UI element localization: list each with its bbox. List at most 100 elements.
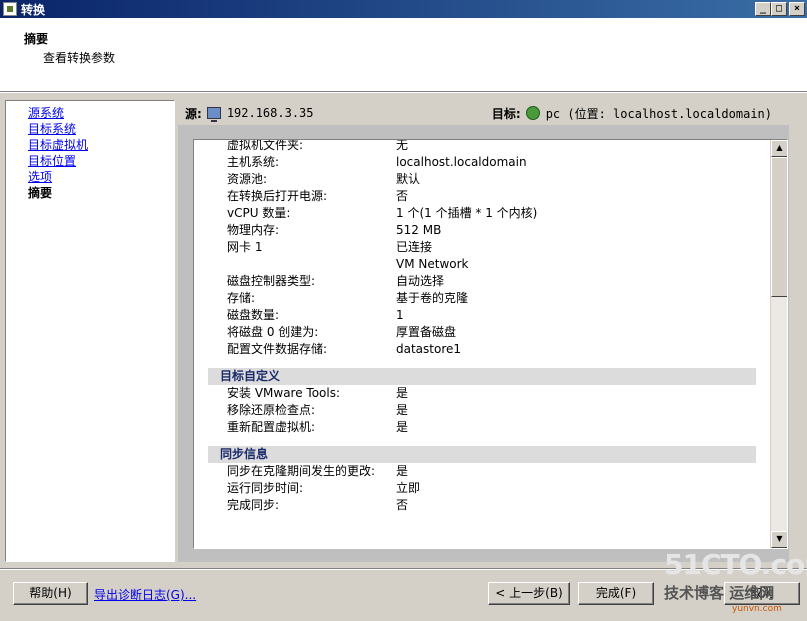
nav-item-target-location[interactable]: 目标位置 [28,153,174,169]
wizard-header: 摘要 查看转换参数 [0,18,807,92]
nav-item-target-system[interactable]: 目标系统 [28,121,174,137]
summary-row: 磁盘控制器类型: 自动选择 [194,273,772,290]
summary-row: VM Network [194,256,772,273]
summary-row: 主机系统: localhost.localdomain [194,154,772,171]
summary-row-key: vCPU 数量: [227,206,291,220]
target-label: 目标: [491,106,521,121]
nav-link[interactable]: 目标虚拟机 [28,138,88,152]
summary-row-value: 默认 [396,172,421,186]
summary-row-key: 将磁盘 0 创建为: [227,325,319,339]
summary-row: 将磁盘 0 创建为: 厚置备磁盘 [194,324,772,341]
summary-row-key: 配置文件数据存储: [227,342,328,356]
scroll-thumb[interactable] [771,157,787,297]
summary-row-value: localhost.localdomain [396,155,527,169]
summary-row: 在转换后打开电源: 否 [194,188,772,205]
summary-row-key: 网卡 1 [227,240,263,254]
scroll-up-button[interactable]: ▲ [771,140,787,157]
summary-row-key: 磁盘控制器类型: [227,274,316,288]
summary-row-value: 是 [396,420,409,434]
vm-icon [525,106,540,120]
summary-row-value: 是 [396,464,409,478]
summary-row: 完成同步: 否 [194,497,772,514]
nav-item-summary: 摘要 [28,186,53,200]
page-title: 摘要 [24,32,49,46]
window-title: 转换 [21,2,46,17]
summary-row-value: 1 个(1 个插槽 * 1 个内核) [396,206,538,220]
watermark-main: 51CTO.com [664,548,807,581]
source-target-bar: 源: 192.168.3.35 目标: pc (位置: localhost.lo… [185,103,790,123]
nav-item-source-system[interactable]: 源系统 [28,105,174,121]
title-bar: 转换 _ □ × [0,0,807,18]
source-label: 源: [185,106,202,121]
summary-row-value: 是 [396,386,409,400]
summary-row: 配置文件数据存储: datastore1 [194,341,772,358]
back-button[interactable]: < 上一步(B) [488,582,570,605]
nav-link[interactable]: 目标位置 [28,154,76,168]
nav-link[interactable]: 目标系统 [28,122,76,136]
summary-row-value: 512 MB [396,223,442,237]
summary-row-value: 否 [396,498,409,512]
summary-row-value: 立即 [396,481,421,495]
summary-row-key: 重新配置虚拟机: [227,420,316,434]
page-subtitle: 查看转换参数 [43,51,116,65]
summary-row: 虚拟机文件夹: 无 [194,139,772,154]
summary-row: 网卡 1 已连接 [194,239,772,256]
summary-rows: 虚拟机文件夹: 无主机系统: localhost.localdomain 资源池: 默认… [194,139,772,514]
summary-row: 磁盘数量: 1 [194,307,772,324]
wizard-nav-list: 源系统 目标系统 目标虚拟机 目标位置 选项 摘要 [6,101,174,201]
source-value: 192.168.3.35 [226,106,314,120]
summary-row: 安装 VMware Tools: 是 [194,385,772,402]
summary-panel[interactable]: 虚拟机文件夹: 无主机系统: localhost.localdomain 资源池: 默认… [193,139,788,549]
wizard-nav: 源系统 目标系统 目标虚拟机 目标位置 选项 摘要 [5,100,175,562]
watermark-url: yunvn.com [732,604,782,614]
summary-row: 存储: 基于卷的克隆 [194,290,772,307]
summary-row-value: VM Network [396,257,469,271]
summary-row-key: 移除还原检查点: [227,403,316,417]
section-header-sync: 同步信息 [208,446,756,463]
summary-row-value: datastore1 [396,342,462,356]
summary-row-value: 否 [396,189,409,203]
summary-row-key: 存储: [227,291,256,305]
summary-row-key: 完成同步: [227,498,280,512]
watermark-sub: 技术博客 运维网 [664,584,775,602]
summary-row-key: 虚拟机文件夹: [227,139,304,152]
vertical-scrollbar[interactable]: ▲ ▼ [770,140,787,548]
summary-row-value: 是 [396,403,409,417]
summary-row-key: 安装 VMware Tools: [227,386,341,400]
maximize-button[interactable]: □ [771,2,787,16]
section-header-customization: 目标自定义 [208,368,756,385]
help-button[interactable]: 帮助(H) [13,582,88,605]
summary-row: 移除还原检查点: 是 [194,402,772,419]
summary-row: vCPU 数量: 1 个(1 个插槽 * 1 个内核) [194,205,772,222]
summary-row-value: 自动选择 [396,274,445,288]
computer-icon [206,107,221,122]
nav-link[interactable]: 选项 [28,170,52,184]
nav-item-target-vm[interactable]: 目标虚拟机 [28,137,174,153]
nav-link[interactable]: 源系统 [28,106,64,120]
close-button[interactable]: × [789,2,805,16]
summary-row-key: 主机系统: [227,155,280,169]
summary-row: 物理内存: 512 MB [194,222,772,239]
minimize-button[interactable]: _ [755,2,771,16]
finish-button[interactable]: 完成(F) [578,582,654,605]
window-controls: _ □ × [755,2,805,16]
summary-row-value: 已连接 [396,240,433,254]
summary-row-value: 厚置备磁盘 [396,325,457,339]
summary-row-value: 无 [396,139,409,152]
summary-row-value: 1 [396,308,404,322]
summary-row-key: 在转换后打开电源: [227,189,328,203]
target-info: 目标: pc (位置: localhost.localdomain) [492,105,772,122]
summary-row-key: 磁盘数量: [227,308,280,322]
header-divider [0,92,807,93]
export-diagnostic-logs-link[interactable]: 导出诊断日志(G)... [94,586,196,603]
summary-row-key: 同步在克隆期间发生的更改: [227,464,376,478]
watermark: 51CTO.com 技术博客 运维网 yunvn.com [660,548,807,618]
summary-row: 资源池: 默认 [194,171,772,188]
summary-row-value: 基于卷的克隆 [396,291,469,305]
summary-row-key: 资源池: [227,172,268,186]
summary-row-key: 物理内存: [227,223,280,237]
summary-row-key: 运行同步时间: [227,481,304,495]
scroll-down-button[interactable]: ▼ [771,531,787,548]
nav-item-options[interactable]: 选项 [28,169,174,185]
app-icon [3,2,17,16]
